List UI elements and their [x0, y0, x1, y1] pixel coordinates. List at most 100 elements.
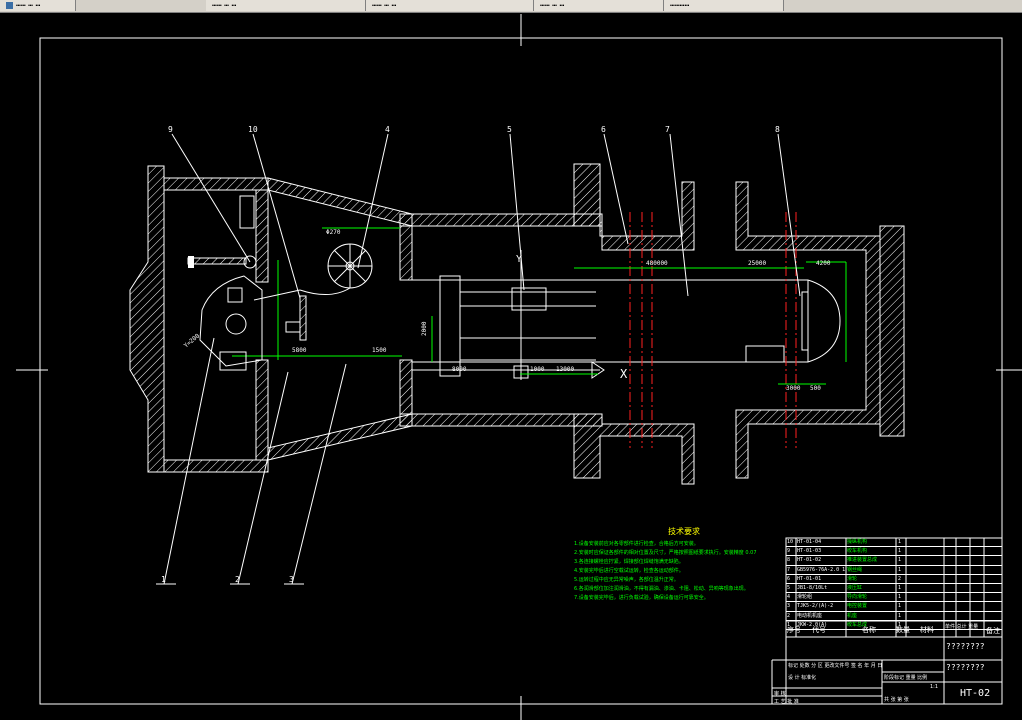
tab-3[interactable]: ┅┅ ┅ ┅	[534, 0, 664, 11]
drawing-title: ????????	[946, 663, 985, 672]
chamber-top-wall	[163, 177, 269, 191]
note-line: 3.各连接螺栓应拧紧，焊接部位焊缝饱满无缺陷。	[574, 559, 684, 565]
dim-13000: 13000	[556, 366, 574, 373]
balloon-6: 6	[601, 125, 606, 134]
pusher-plate	[439, 275, 461, 377]
tab-4[interactable]: ┅┅┅┅	[664, 0, 784, 11]
dim-25000: 25000	[748, 260, 766, 267]
control-box	[285, 321, 301, 333]
tab-label: ┅┅┅┅	[670, 1, 690, 10]
pulley-spokes	[328, 244, 372, 288]
parts-list-row: 2 电动机机座 机座 1	[786, 612, 1002, 621]
channel-lower-wall-left	[573, 413, 695, 485]
parts-list-row: 6 HT-01-01 滑轮 2	[786, 575, 1002, 584]
channel-end-outer	[879, 225, 905, 437]
parts-list-row: 9 HT-01-03 绞车机构 1	[786, 547, 1002, 557]
stage-labels: 阶段标记 重量 比例	[884, 675, 928, 681]
balloon-5: 5	[507, 125, 512, 134]
tab-label: ┅┅ ┅ ┅	[212, 1, 237, 10]
axis-y-label: Y	[516, 254, 522, 265]
parts-list-row: 8 HT-01-02 推进装置总成 1	[786, 556, 1002, 566]
tab-label: ┅┅ ┅ ┅	[540, 1, 565, 10]
dim-5800: 5800	[292, 347, 307, 354]
chamber-partition-top	[255, 189, 269, 283]
dim-1500: 1500	[372, 347, 387, 354]
technical-notes: 技术要求 1.设备安装前应对各零部件进行检查，合格后方可安装。 2.安装时应保证…	[574, 526, 794, 603]
leader-lines	[156, 133, 801, 585]
winch-motor	[227, 287, 243, 303]
chamber-bottom-wall	[163, 459, 269, 473]
balloon-2: 2	[235, 575, 240, 584]
note-line: 1.设备安装前应对各零部件进行检查，合格后方可安装。	[574, 541, 699, 547]
title-block-row: 标记 处数 分 区 更改文件号 签 名 年 月 日	[788, 663, 883, 669]
room-bottom-wall	[399, 413, 603, 427]
winch-arm-end	[188, 256, 194, 268]
parts-list-row: 5 JB1-8/10Lt 液压缸 1	[786, 584, 1002, 594]
header-no: 序号	[787, 626, 801, 634]
title-block-row: 设 计 标准化	[788, 675, 817, 681]
axis-x-label: X	[620, 367, 628, 381]
room-left-wall-top	[399, 225, 413, 281]
balloon-1: 1	[161, 575, 166, 584]
header-name: 名称	[862, 626, 876, 634]
school-name: ????????	[946, 642, 985, 651]
end-piston	[745, 345, 785, 363]
notes-title: 技术要求	[668, 527, 700, 536]
scale: 1:1	[930, 684, 939, 690]
balloon-9: 9	[168, 125, 173, 134]
dim-2000: 2000	[421, 321, 428, 336]
winch-drum	[225, 313, 247, 335]
winch-arm	[187, 257, 247, 265]
dim-8000: 8000	[452, 366, 467, 373]
note-line: 6.各润滑部位加注润滑油，不得有漏油、渗油、卡阻、松动、异响等现象出现。	[574, 586, 749, 592]
dim-480000: 480000	[646, 260, 668, 267]
tube-end-cap	[807, 279, 841, 363]
header-weight: 单件 总计 重量	[945, 624, 979, 630]
balloon-3: 3	[289, 575, 294, 584]
room-left-wall-bottom	[399, 359, 413, 415]
header-material: 材料	[920, 626, 934, 634]
dim-1000: 1000	[530, 366, 545, 373]
drawing-number: HT-02	[960, 688, 991, 699]
end-plate	[801, 291, 809, 351]
parts-list-row: 4 滑轮组 导向滑轮 1	[786, 593, 1002, 603]
dimension-texts: Φ270 5800 1500 2000 8000 1000 13000 4800…	[183, 229, 831, 392]
balloon-10: 10	[248, 125, 258, 134]
funnel-top-wall	[267, 177, 413, 227]
balloon-8: 8	[775, 125, 780, 134]
dim-270: Φ270	[326, 229, 341, 236]
parts-list-row: 10 HT-01-04 操纵机构 1	[786, 538, 1002, 548]
parts-list: 10 HT-01-04 操纵机构 1 9 HT-01-03 绞车机构 1 8 HT-01-02…	[786, 538, 1002, 630]
parts-list-row: 7GB5976-76A-2.0 11-6钢丝绳1	[786, 566, 1002, 575]
dim-angle: Y=200	[183, 332, 202, 349]
tab-label: ┅┅ ┅ ┅	[16, 1, 41, 10]
operator-post	[239, 195, 255, 229]
dim-3000: 3000	[786, 385, 801, 392]
tab-0[interactable]: ┅┅ ┅ ┅	[0, 0, 76, 11]
sheet-info: 共 张 第 张	[884, 697, 909, 703]
tab-1[interactable]: ┅┅ ┅ ┅	[206, 0, 366, 11]
rope-segment	[299, 287, 351, 295]
tab-label: ┅┅ ┅ ┅	[372, 1, 397, 10]
dim-4200: 4200	[816, 260, 831, 267]
balloon-7: 7	[665, 125, 670, 134]
parts-list-header: 序号 代号 名称 数量 材料	[786, 621, 944, 637]
balloon-4: 4	[385, 125, 390, 134]
document-icon	[6, 2, 13, 9]
title-block-row: 工 艺 批 准	[774, 699, 799, 705]
note-line: 4.安装完毕后进行空载试运转，检查各运动部件。	[574, 568, 684, 574]
cylinder-block	[511, 287, 547, 311]
dim-500: 500	[810, 385, 821, 392]
note-line: 2.安装时应保证各部件的相对位置及尺寸，严格按照图纸要求执行。安装精度 0.07	[574, 550, 757, 556]
chamber-partition-bottom	[255, 359, 269, 461]
rope-segment-2	[253, 289, 301, 301]
tab-2[interactable]: ┅┅ ┅ ┅	[366, 0, 534, 11]
winch-base	[219, 351, 247, 371]
header-remark: 备注	[986, 627, 1000, 635]
header-code: 代号	[812, 626, 826, 634]
note-line: 5.运转过程中应无异常噪声，各部位温升正常。	[574, 577, 679, 583]
room-top-wall	[399, 213, 603, 227]
title-block-row: 审 核	[774, 691, 786, 697]
funnel-bottom-wall	[267, 413, 413, 461]
note-line: 7.设备安装完毕后，进行负载试验，确保设备运行可靠安全。	[574, 595, 709, 601]
